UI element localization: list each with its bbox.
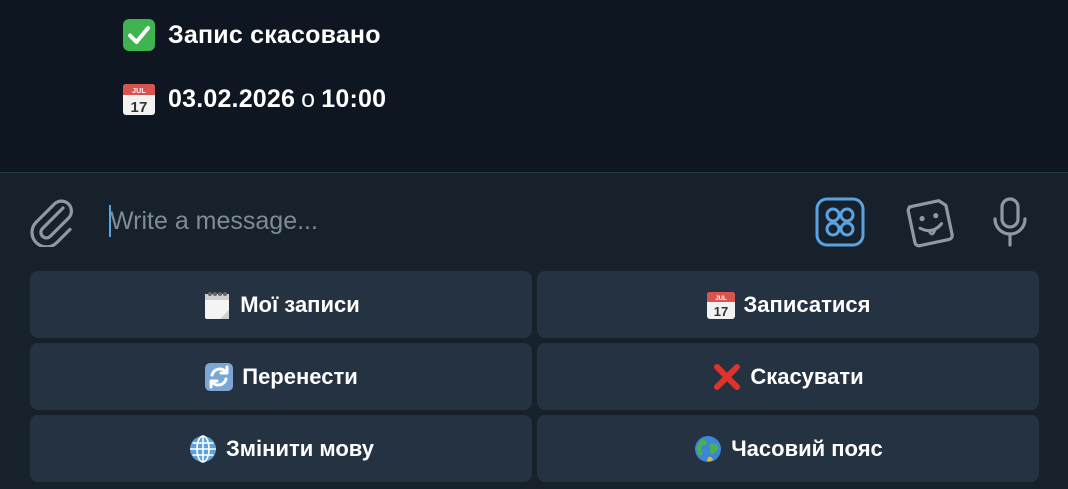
check-mark-button-icon (122, 18, 156, 52)
book-appointment-button[interactable]: JUL 17 Записатися (537, 271, 1039, 338)
calendar-month-label: JUL (715, 296, 727, 302)
message-input[interactable] (110, 203, 770, 239)
date-time-connector: о (301, 84, 316, 113)
my-bookings-label: Мої записи (240, 291, 360, 317)
sticker-emoji-icon[interactable] (903, 195, 957, 249)
message-history: Запис скасовано JUL 17 03.02.2026 о 10:0… (0, 0, 1068, 172)
spiral-notepad-icon (202, 290, 232, 320)
cancel-appointment-button[interactable]: Скасувати (537, 343, 1039, 410)
book-appointment-label: Записатися (743, 291, 871, 317)
my-bookings-button[interactable]: Мої записи (30, 271, 532, 338)
microphone-icon[interactable] (990, 195, 1030, 249)
cross-mark-icon (712, 362, 742, 392)
timezone-button[interactable]: Часовий пояс (537, 415, 1039, 482)
text-caret (109, 205, 111, 237)
appointment-date: 03.02.2026 (168, 84, 296, 113)
change-language-button[interactable]: Змінити мову (30, 415, 532, 482)
telegram-chat-window: Запис скасовано JUL 17 03.02.2026 о 10:0… (0, 0, 1068, 489)
calendar-icon: JUL 17 (122, 82, 156, 116)
reschedule-button[interactable]: Перенести (30, 343, 532, 410)
change-language-label: Змінити мову (225, 435, 375, 461)
appointment-time: 10:00 (321, 84, 387, 113)
calendar-day-label: 17 (130, 99, 147, 116)
message-composer (0, 173, 1068, 269)
reschedule-label: Перенести (242, 363, 358, 389)
calendar-icon: JUL 17 (706, 290, 736, 320)
calendar-day-label: 17 (713, 304, 727, 319)
calendar-month-label: JUL (132, 88, 146, 95)
globe-meridians-icon (188, 434, 218, 464)
arrows-counterclockwise-icon (204, 362, 234, 392)
status-message-text: Запис скасовано (168, 20, 381, 49)
status-message-line: Запис скасовано (122, 18, 381, 52)
timezone-label: Часовий пояс (731, 435, 883, 461)
attach-icon[interactable] (26, 195, 76, 249)
earth-globe-icon (693, 434, 723, 464)
appointment-datetime-line: JUL 17 03.02.2026 о 10:00 (122, 82, 386, 116)
bot-menu-grid-icon[interactable] (815, 197, 865, 247)
cancel-appointment-label: Скасувати (750, 363, 864, 389)
